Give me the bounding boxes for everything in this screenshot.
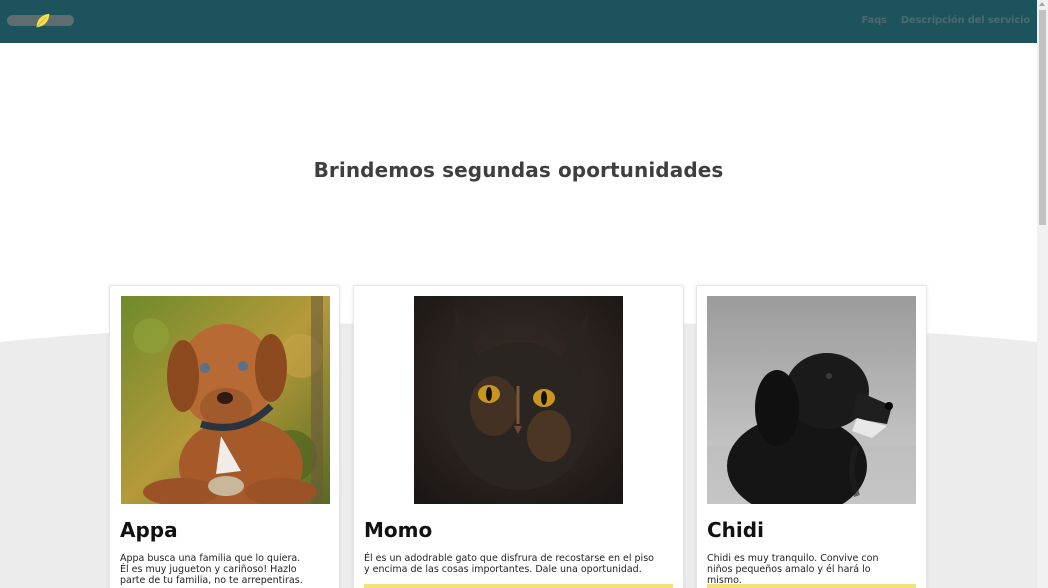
nav-link-faqs[interactable]: Faqs bbox=[861, 15, 887, 26]
scroll-up-arrow-icon[interactable] bbox=[1039, 2, 1045, 6]
pet-name: Chidi bbox=[707, 518, 764, 542]
pet-card-appa: Appa Appa busca una familia que lo quier… bbox=[109, 285, 340, 588]
top-navbar: Faqs Descripción del servicio bbox=[0, 0, 1037, 43]
page-scrollbar[interactable] bbox=[1037, 0, 1048, 588]
brown-puppy-photo bbox=[121, 296, 330, 504]
pet-description: Chidi es muy tranquilo. Convive con niño… bbox=[707, 553, 879, 586]
site-logo[interactable] bbox=[7, 11, 75, 31]
black-dog-photo bbox=[707, 296, 916, 504]
adopt-button[interactable] bbox=[707, 584, 916, 588]
pet-description: Appa busca una familia que lo quiera. Él… bbox=[120, 553, 303, 586]
pet-name: Momo bbox=[364, 518, 433, 542]
scrollbar-thumb[interactable] bbox=[1039, 10, 1046, 225]
pet-card-chidi: Chidi Chidi es muy tranquilo. Convive co… bbox=[696, 285, 927, 588]
pet-description: Él es un adodrable gato que disfrura de … bbox=[364, 553, 654, 575]
nav-link-service-description[interactable]: Descripción del servicio bbox=[901, 15, 1030, 26]
leaf-icon bbox=[36, 13, 50, 28]
tortoiseshell-cat-photo bbox=[414, 296, 623, 504]
pet-card-momo: Momo Él es un adodrable gato que disfrur… bbox=[353, 285, 684, 588]
page-title: Brindemos segundas oportunidades bbox=[313, 158, 724, 182]
main-nav: Faqs Descripción del servicio bbox=[861, 15, 1030, 26]
adopt-button[interactable] bbox=[364, 584, 673, 588]
pet-name: Appa bbox=[120, 518, 178, 542]
